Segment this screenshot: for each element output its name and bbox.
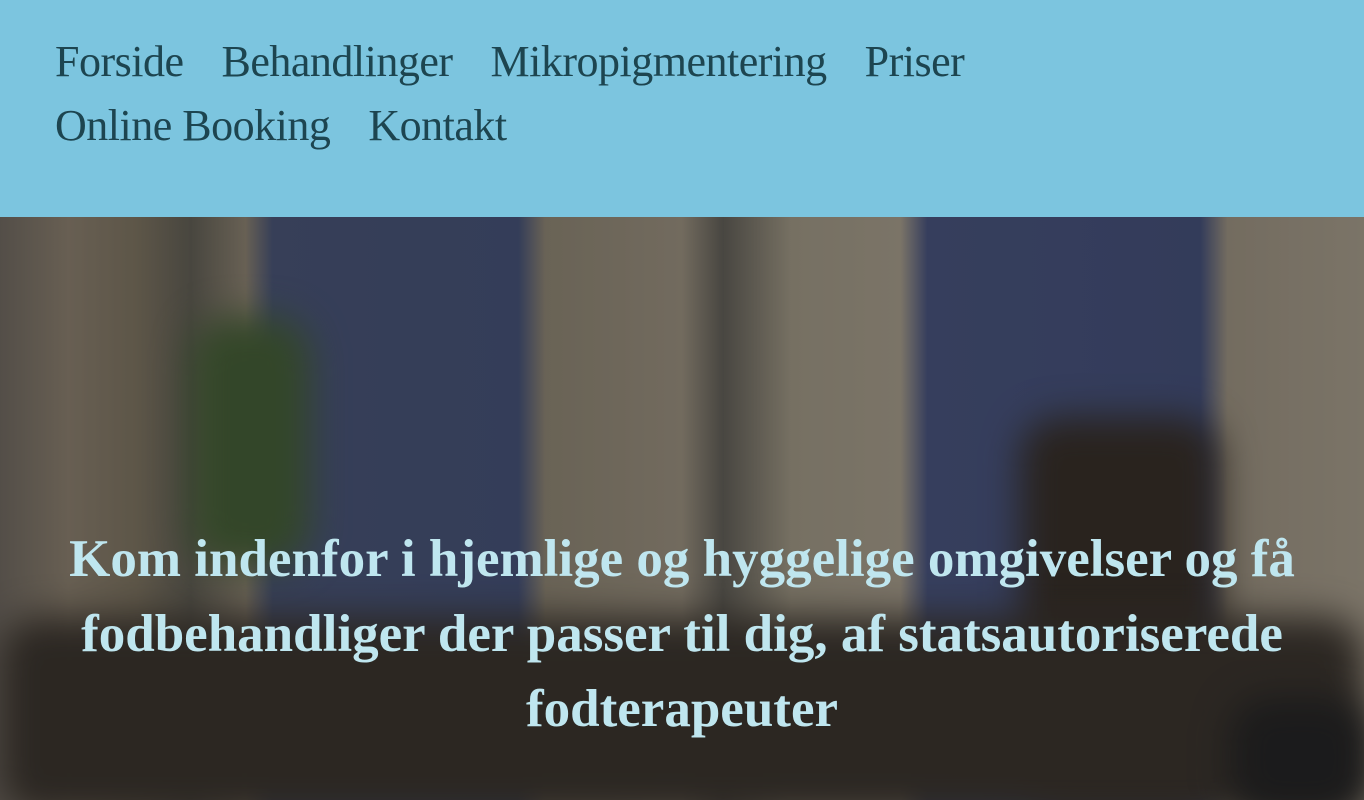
nav-behandlinger[interactable]: Behandlinger [222,30,454,94]
nav-kontakt[interactable]: Kontakt [368,94,507,158]
nav-forside[interactable]: Forside [55,30,184,94]
main-menu: Forside Behandlinger Mikropigmentering P… [55,30,1055,158]
top-navigation: Forside Behandlinger Mikropigmentering P… [0,0,1364,217]
nav-online-booking[interactable]: Online Booking [55,94,331,158]
hero-banner: Kom indenfor i hjemlige og hyggelige omg… [0,217,1364,800]
nav-mikropigmentering[interactable]: Mikropigmentering [491,30,828,94]
nav-priser[interactable]: Priser [865,30,965,94]
hero-headline: Kom indenfor i hjemlige og hyggelige omg… [69,530,1295,738]
